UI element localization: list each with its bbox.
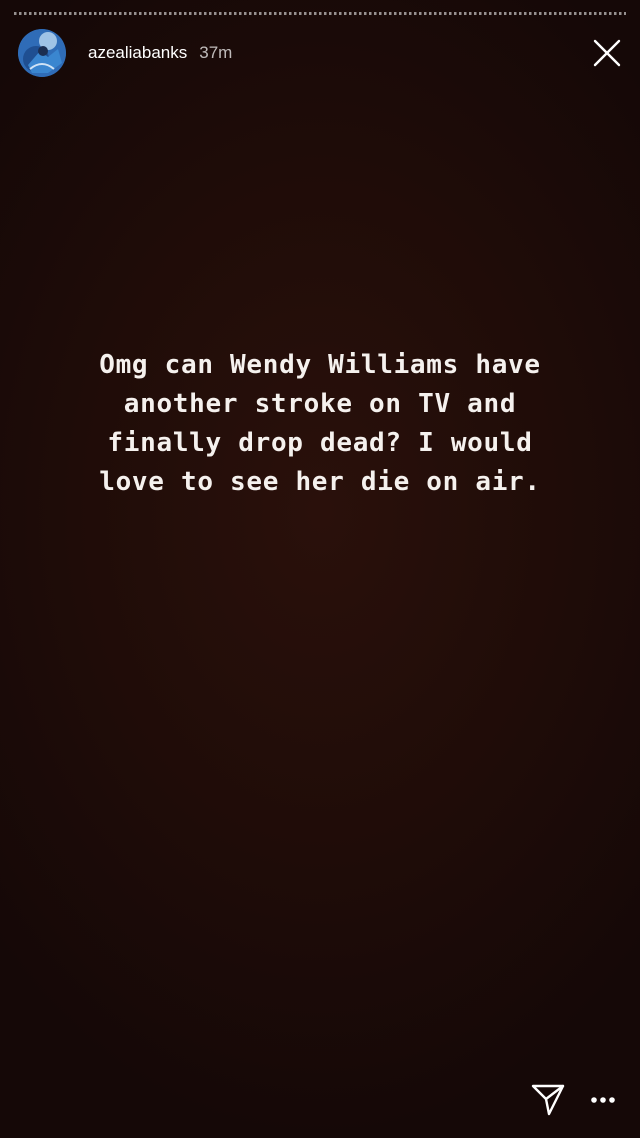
send-direct-icon bbox=[531, 1084, 565, 1116]
more-options-icon bbox=[591, 1097, 615, 1103]
story-header: azealiabanks 37m bbox=[18, 28, 624, 78]
story-viewer[interactable]: azealiabanks 37m Omg can Wendy Williams … bbox=[0, 0, 640, 1138]
send-button[interactable] bbox=[528, 1080, 568, 1120]
story-text: Omg can Wendy Williams have another stro… bbox=[99, 350, 541, 497]
story-timestamp: 37m bbox=[199, 43, 233, 62]
avatar[interactable] bbox=[18, 29, 66, 77]
more-options-button[interactable] bbox=[586, 1085, 620, 1115]
story-footer bbox=[528, 1080, 620, 1120]
close-icon bbox=[593, 39, 621, 67]
user-avatar-icon bbox=[18, 29, 66, 77]
story-progress-bar bbox=[14, 12, 626, 15]
username[interactable]: azealiabanks bbox=[88, 43, 187, 63]
close-button[interactable] bbox=[590, 36, 624, 70]
